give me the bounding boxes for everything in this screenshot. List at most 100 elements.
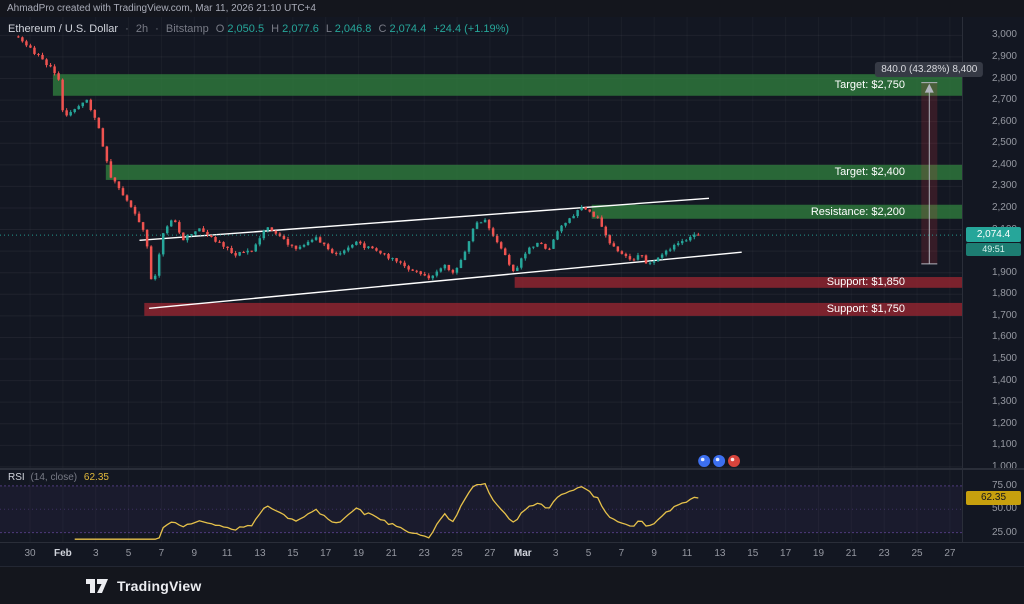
price-tick-label: 2,600 [992, 117, 1017, 127]
zone-support[interactable] [144, 303, 962, 316]
price-tick-label: 1,400 [992, 376, 1017, 386]
zone-support[interactable] [515, 277, 962, 288]
tradingview-logo[interactable]: TradingView [84, 576, 201, 596]
price-tick-label: 1,300 [992, 397, 1017, 407]
time-tick-label: 5 [126, 548, 132, 559]
close-label: C [378, 23, 386, 35]
price-tick-label: 1,500 [992, 354, 1017, 364]
high-value: 2,077.6 [282, 23, 319, 35]
price-tick-label: 1,100 [992, 440, 1017, 450]
measurement-tool [921, 83, 937, 264]
time-tick-label: 9 [191, 548, 197, 559]
time-tick-label: 19 [813, 548, 824, 559]
time-tick-label: 11 [222, 548, 232, 559]
current-price-badge: 2,074.4 [966, 227, 1021, 242]
time-tick-label: 27 [484, 548, 495, 559]
rsi-params: (14, close) [30, 472, 77, 483]
attribution-text: AhmadPro created with TradingView.com, M… [7, 3, 316, 14]
chart-legend: Ethereum / U.S. Dollar · 2h · Bitstamp O… [8, 23, 513, 35]
rsi-axis[interactable]: 62.35 75.00 50.00 25.00 [962, 470, 1024, 542]
open-value: 2,050.5 [227, 23, 264, 35]
legend-separator: · [155, 23, 159, 35]
price-pane[interactable]: Ethereum / U.S. Dollar · 2h · Bitstamp O… [0, 17, 962, 468]
price-chart-canvas [0, 17, 962, 468]
time-tick-label: Mar [514, 548, 532, 559]
price-tick-label: 3,000 [992, 30, 1017, 40]
candle-countdown-badge: 49:51 [966, 243, 1021, 256]
overlays-layer [0, 235, 962, 467]
rsi-title: RSI [8, 472, 25, 483]
time-tick-label: 23 [419, 548, 430, 559]
rsi-tick-label: 25.00 [992, 528, 1017, 538]
time-tick-label: 11 [682, 548, 692, 559]
zone-target[interactable] [53, 74, 962, 96]
tradingview-snapshot: AhmadPro created with TradingView.com, M… [0, 0, 1024, 604]
rsi-chart-canvas [0, 470, 962, 542]
tradingview-logo-icon [84, 576, 110, 596]
zone-resistance[interactable] [592, 205, 962, 219]
time-tick-label: 17 [780, 548, 791, 559]
zones-layer [53, 74, 962, 316]
price-tick-label: 1,600 [992, 332, 1017, 342]
tradingview-wordmark: TradingView [117, 578, 201, 594]
time-axis[interactable]: 30 Feb 3 5 7 9 11 13 15 17 19 21 23 25 27 Mar 3 5 7 9 11 13 15… [0, 542, 1024, 566]
time-tick-label: 5 [586, 548, 592, 559]
time-tick-label: 3 [93, 548, 99, 559]
low-value: 2,046.8 [335, 23, 372, 35]
bottom-bar: TradingView [0, 566, 1024, 604]
price-tick-label: 2,700 [992, 95, 1017, 105]
price-tick-label: 1,900 [992, 268, 1017, 278]
legend-separator: · [125, 23, 129, 35]
price-tick-label: 2,800 [992, 74, 1017, 84]
price-tick-label: 2,200 [992, 203, 1017, 213]
rsi-pane[interactable]: RSI (14, close) 62.35 [0, 470, 962, 542]
price-axis[interactable]: 2,074.4 49:51 3,000 2,900 2,800 2,700 2,600 2… [962, 17, 1024, 468]
price-tick-label: 2,900 [992, 52, 1017, 62]
change-value: +24.4 (+1.19%) [433, 23, 509, 35]
exchange-label: Bitstamp [166, 23, 209, 35]
time-tick-label: 3 [553, 548, 559, 559]
high-label: H [271, 23, 279, 35]
time-tick-label: 19 [353, 548, 364, 559]
time-tick-label: 27 [944, 548, 955, 559]
time-tick-label: 9 [651, 548, 657, 559]
price-tick-label: 2,300 [992, 181, 1017, 191]
rsi-tick-label: 50.00 [992, 504, 1017, 514]
attribution-bar: AhmadPro created with TradingView.com, M… [0, 0, 1024, 17]
time-tick-label: 15 [747, 548, 758, 559]
price-tick-label: 2,400 [992, 160, 1017, 170]
rsi-tick-label: 75.00 [992, 481, 1017, 491]
symbol-name: Ethereum / U.S. Dollar [8, 23, 118, 35]
price-tick-label: 1,800 [992, 289, 1017, 299]
zone-target[interactable] [106, 165, 962, 180]
price-tick-label: 1,700 [992, 311, 1017, 321]
close-value: 2,074.4 [389, 23, 426, 35]
time-tick-label: 7 [619, 548, 625, 559]
reaction-sticker[interactable] [713, 455, 725, 467]
time-tick-label: 30 [24, 548, 35, 559]
time-tick-label: 21 [846, 548, 857, 559]
time-tick-label: 21 [386, 548, 397, 559]
pane-divider[interactable] [0, 468, 1024, 470]
price-tick-label: 1,200 [992, 419, 1017, 429]
reaction-sticker[interactable] [728, 455, 740, 467]
reaction-sticker[interactable] [698, 455, 710, 467]
time-tick-label: 23 [879, 548, 890, 559]
price-range-label: 840.0 (43.28%) 8,400 [875, 62, 983, 77]
time-tick-label: 17 [320, 548, 331, 559]
rsi-value-badge: 62.35 [966, 491, 1021, 505]
time-tick-label: 13 [254, 548, 265, 559]
rsi-bands [0, 486, 962, 533]
low-label: L [326, 23, 332, 35]
time-tick-label: Feb [54, 548, 72, 559]
price-tick-label: 2,500 [992, 138, 1017, 148]
interval-label: 2h [136, 23, 148, 35]
time-tick-label: 25 [911, 548, 922, 559]
time-tick-label: 7 [159, 548, 165, 559]
open-label: O [216, 23, 225, 35]
time-tick-label: 15 [287, 548, 298, 559]
time-tick-label: 13 [714, 548, 725, 559]
time-tick-label: 25 [452, 548, 463, 559]
rsi-value: 62.35 [84, 472, 109, 483]
rsi-legend: RSI (14, close) 62.35 [8, 472, 113, 483]
